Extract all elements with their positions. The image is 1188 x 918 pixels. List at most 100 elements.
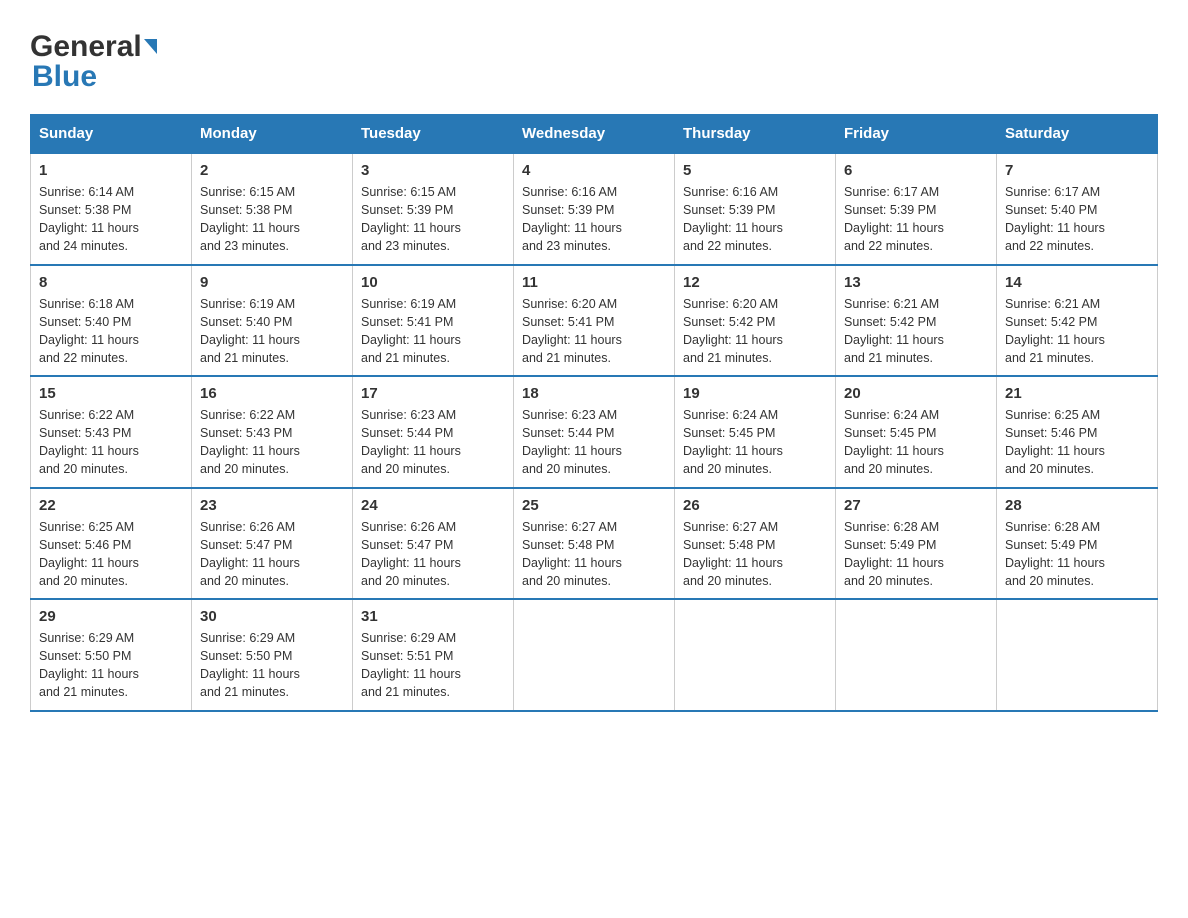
day-info: Sunrise: 6:27 AMSunset: 5:48 PMDaylight:… <box>683 518 827 591</box>
day-cell-14: 14Sunrise: 6:21 AMSunset: 5:42 PMDayligh… <box>997 265 1158 377</box>
day-number: 16 <box>200 385 344 402</box>
day-cell-6: 6 Sunrise: 6:17 AMSunset: 5:39 PMDaylight… <box>836 153 997 265</box>
day-info: Sunrise: 6:14 AMSunset: 5:38 PMDaylight:… <box>39 183 183 256</box>
day-cell-18: 18Sunrise: 6:23 AMSunset: 5:44 PMDayligh… <box>514 376 675 488</box>
day-cell-28: 28 Sunrise: 6:28 AMSunset: 5:49 PMDayligh… <box>997 488 1158 600</box>
day-number: 7 <box>1005 162 1149 179</box>
day-info: Sunrise: 6:24 AMSunset: 5:45 PMDaylight:… <box>844 406 988 479</box>
empty-cell <box>675 599 836 711</box>
day-info: Sunrise: 6:28 AMSunset: 5:49 PMDaylight:… <box>1005 518 1149 591</box>
day-info: Sunrise: 6:17 AMSunset: 5:39 PMDaylight:… <box>844 183 988 256</box>
day-cell-16: 16Sunrise: 6:22 AMSunset: 5:43 PMDayligh… <box>192 376 353 488</box>
day-info: Sunrise: 6:27 AMSunset: 5:48 PMDaylight:… <box>522 518 666 591</box>
calendar-table: SundayMondayTuesdayWednesdayThursdayFrid… <box>30 114 1158 712</box>
day-cell-8: 8 Sunrise: 6:18 AMSunset: 5:40 PMDaylight… <box>31 265 192 377</box>
day-number: 24 <box>361 497 505 514</box>
day-cell-29: 29 Sunrise: 6:29 AMSunset: 5:50 PMDayligh… <box>31 599 192 711</box>
day-cell-2: 2 Sunrise: 6:15 AMSunset: 5:38 PMDaylight… <box>192 153 353 265</box>
day-number: 30 <box>200 608 344 625</box>
day-cell-25: 25Sunrise: 6:27 AMSunset: 5:48 PMDayligh… <box>514 488 675 600</box>
day-cell-27: 27Sunrise: 6:28 AMSunset: 5:49 PMDayligh… <box>836 488 997 600</box>
week-row-1: 1 Sunrise: 6:14 AMSunset: 5:38 PMDaylight… <box>31 153 1158 265</box>
col-header-wednesday: Wednesday <box>514 115 675 154</box>
day-number: 28 <box>1005 497 1149 514</box>
day-cell-30: 30 Sunrise: 6:29 AMSunset: 5:50 PMDayligh… <box>192 599 353 711</box>
week-row-4: 22 Sunrise: 6:25 AMSunset: 5:46 PMDayligh… <box>31 488 1158 600</box>
day-info: Sunrise: 6:23 AMSunset: 5:44 PMDaylight:… <box>361 406 505 479</box>
empty-cell <box>836 599 997 711</box>
col-header-tuesday: Tuesday <box>353 115 514 154</box>
day-info: Sunrise: 6:24 AMSunset: 5:45 PMDaylight:… <box>683 406 827 479</box>
day-cell-9: 9Sunrise: 6:19 AMSunset: 5:40 PMDaylight… <box>192 265 353 377</box>
day-number: 1 <box>39 162 183 179</box>
day-cell-11: 11 Sunrise: 6:20 AMSunset: 5:41 PMDayligh… <box>514 265 675 377</box>
empty-cell <box>997 599 1158 711</box>
day-number: 17 <box>361 385 505 402</box>
col-header-thursday: Thursday <box>675 115 836 154</box>
day-number: 4 <box>522 162 666 179</box>
day-number: 20 <box>844 385 988 402</box>
day-info: Sunrise: 6:25 AMSunset: 5:46 PMDaylight:… <box>39 518 183 591</box>
logo-general-text: General <box>30 30 142 64</box>
day-number: 29 <box>39 608 183 625</box>
day-info: Sunrise: 6:29 AMSunset: 5:50 PMDaylight:… <box>200 629 344 702</box>
day-info: Sunrise: 6:20 AMSunset: 5:41 PMDaylight:… <box>522 295 666 368</box>
day-number: 19 <box>683 385 827 402</box>
day-number: 26 <box>683 497 827 514</box>
day-info: Sunrise: 6:18 AMSunset: 5:40 PMDaylight:… <box>39 295 183 368</box>
day-cell-3: 3 Sunrise: 6:15 AMSunset: 5:39 PMDaylight… <box>353 153 514 265</box>
day-number: 23 <box>200 497 344 514</box>
day-cell-22: 22 Sunrise: 6:25 AMSunset: 5:46 PMDayligh… <box>31 488 192 600</box>
day-cell-10: 10 Sunrise: 6:19 AMSunset: 5:41 PMDayligh… <box>353 265 514 377</box>
day-number: 31 <box>361 608 505 625</box>
logo-arrow-icon <box>144 39 157 54</box>
day-info: Sunrise: 6:17 AMSunset: 5:40 PMDaylight:… <box>1005 183 1149 256</box>
day-number: 22 <box>39 497 183 514</box>
logo-blue-text: Blue <box>32 60 97 94</box>
col-header-saturday: Saturday <box>997 115 1158 154</box>
day-number: 8 <box>39 274 183 291</box>
week-row-2: 8 Sunrise: 6:18 AMSunset: 5:40 PMDaylight… <box>31 265 1158 377</box>
page-header: General Blue <box>30 30 1158 94</box>
day-cell-12: 12 Sunrise: 6:20 AMSunset: 5:42 PMDayligh… <box>675 265 836 377</box>
day-number: 21 <box>1005 385 1149 402</box>
day-number: 10 <box>361 274 505 291</box>
col-header-sunday: Sunday <box>31 115 192 154</box>
day-number: 9 <box>200 274 344 291</box>
day-number: 3 <box>361 162 505 179</box>
day-info: Sunrise: 6:26 AMSunset: 5:47 PMDaylight:… <box>200 518 344 591</box>
day-info: Sunrise: 6:16 AMSunset: 5:39 PMDaylight:… <box>522 183 666 256</box>
day-number: 11 <box>522 274 666 291</box>
col-header-friday: Friday <box>836 115 997 154</box>
empty-cell <box>514 599 675 711</box>
day-number: 13 <box>844 274 988 291</box>
day-info: Sunrise: 6:29 AMSunset: 5:50 PMDaylight:… <box>39 629 183 702</box>
day-number: 27 <box>844 497 988 514</box>
week-row-5: 29 Sunrise: 6:29 AMSunset: 5:50 PMDayligh… <box>31 599 1158 711</box>
day-info: Sunrise: 6:19 AMSunset: 5:41 PMDaylight:… <box>361 295 505 368</box>
day-cell-21: 21 Sunrise: 6:25 AMSunset: 5:46 PMDayligh… <box>997 376 1158 488</box>
day-cell-17: 17 Sunrise: 6:23 AMSunset: 5:44 PMDayligh… <box>353 376 514 488</box>
day-info: Sunrise: 6:16 AMSunset: 5:39 PMDaylight:… <box>683 183 827 256</box>
day-cell-31: 31 Sunrise: 6:29 AMSunset: 5:51 PMDayligh… <box>353 599 514 711</box>
day-cell-24: 24Sunrise: 6:26 AMSunset: 5:47 PMDayligh… <box>353 488 514 600</box>
day-cell-5: 5 Sunrise: 6:16 AMSunset: 5:39 PMDaylight… <box>675 153 836 265</box>
day-number: 5 <box>683 162 827 179</box>
day-info: Sunrise: 6:20 AMSunset: 5:42 PMDaylight:… <box>683 295 827 368</box>
day-number: 6 <box>844 162 988 179</box>
day-info: Sunrise: 6:25 AMSunset: 5:46 PMDaylight:… <box>1005 406 1149 479</box>
day-cell-1: 1 Sunrise: 6:14 AMSunset: 5:38 PMDaylight… <box>31 153 192 265</box>
calendar-header-row: SundayMondayTuesdayWednesdayThursdayFrid… <box>31 115 1158 154</box>
day-info: Sunrise: 6:15 AMSunset: 5:38 PMDaylight:… <box>200 183 344 256</box>
day-number: 12 <box>683 274 827 291</box>
day-info: Sunrise: 6:29 AMSunset: 5:51 PMDaylight:… <box>361 629 505 702</box>
col-header-monday: Monday <box>192 115 353 154</box>
day-number: 18 <box>522 385 666 402</box>
logo: General Blue <box>30 30 157 94</box>
day-info: Sunrise: 6:15 AMSunset: 5:39 PMDaylight:… <box>361 183 505 256</box>
day-info: Sunrise: 6:22 AMSunset: 5:43 PMDaylight:… <box>39 406 183 479</box>
day-cell-20: 20 Sunrise: 6:24 AMSunset: 5:45 PMDayligh… <box>836 376 997 488</box>
day-number: 2 <box>200 162 344 179</box>
day-cell-15: 15Sunrise: 6:22 AMSunset: 5:43 PMDayligh… <box>31 376 192 488</box>
day-cell-19: 19 Sunrise: 6:24 AMSunset: 5:45 PMDayligh… <box>675 376 836 488</box>
